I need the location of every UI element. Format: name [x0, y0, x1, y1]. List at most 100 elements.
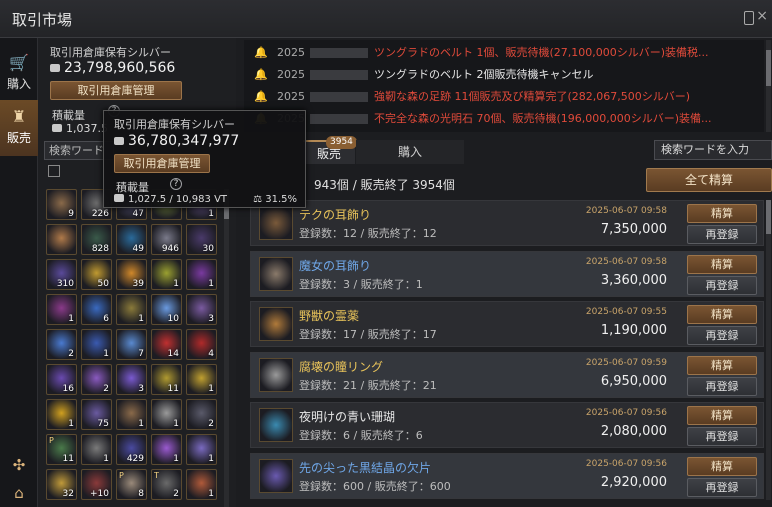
inventory-slot[interactable]: 3 — [116, 364, 147, 395]
inventory-slot[interactable]: 16 — [46, 364, 77, 395]
title-bar: 取引市場 × — [0, 0, 772, 38]
inventory-slot[interactable]: 75 — [81, 399, 112, 430]
relist-button[interactable]: 再登録 — [687, 376, 757, 396]
item-thumbnail[interactable] — [259, 256, 293, 291]
item-count: 登録数：600 / 販売終了：600 — [299, 479, 451, 493]
filter-checkbox[interactable] — [48, 165, 60, 177]
inventory-slot[interactable]: 1 — [151, 259, 182, 290]
settle-button[interactable]: 精算 — [687, 254, 757, 274]
relist-button[interactable]: 再登録 — [687, 275, 757, 295]
tab-buy[interactable]: 購入 — [356, 140, 464, 164]
settle-button[interactable]: 精算 — [687, 406, 757, 425]
inventory-slot[interactable]: 1 — [186, 364, 217, 395]
slot-count: 1 — [208, 279, 214, 289]
tree-icon[interactable]: ✣ — [10, 456, 28, 474]
inventory-slot[interactable]: 2 — [46, 329, 77, 360]
inventory-slot[interactable]: T2 — [151, 469, 182, 500]
item-name: 先の尖った黒結晶の欠片 — [299, 460, 432, 475]
notice-item: 🔔 2025 強靭な森の足跡 11個販売及び精算完了(282,067,500シルバー… — [244, 86, 764, 108]
listing-scrollbar[interactable] — [766, 200, 771, 500]
tooltip-weight-percent-value: 31.5% — [265, 194, 297, 205]
bag-icon[interactable]: ⌂ — [10, 484, 28, 502]
search-input[interactable]: 検索ワードを入力 — [654, 140, 772, 160]
inventory-slot[interactable]: 1 — [81, 434, 112, 465]
inventory-slot[interactable]: 1 — [186, 434, 217, 465]
inventory-slot[interactable]: 1 — [46, 294, 77, 325]
inventory-slot[interactable]: 3 — [186, 294, 217, 325]
settle-button[interactable]: 精算 — [687, 204, 757, 223]
slot-count: 828 — [91, 244, 109, 254]
relist-button[interactable]: 再登録 — [687, 427, 757, 446]
mobile-icon[interactable] — [744, 11, 754, 25]
slot-count: 946 — [161, 244, 179, 254]
inventory-slot[interactable] — [46, 224, 77, 255]
item-thumbnail[interactable] — [259, 357, 293, 392]
item-thumbnail[interactable] — [259, 307, 293, 341]
redacted-block — [310, 92, 368, 102]
help-icon[interactable]: ? — [170, 178, 182, 190]
inventory-slot[interactable]: 1 — [46, 399, 77, 430]
inventory-slot[interactable]: 429 — [116, 434, 147, 465]
inventory-slot[interactable]: 4 — [186, 329, 217, 360]
listing-row[interactable]: 腐壊の瞳リング 登録数：21 / 販売終了：21 2025-06-07 09:59 6… — [250, 351, 764, 398]
close-icon[interactable]: × — [756, 8, 768, 24]
inventory-slot[interactable]: 10 — [151, 294, 182, 325]
inventory-slot[interactable]: 1 — [116, 294, 147, 325]
slot-count: 3 — [138, 384, 144, 394]
inventory-slot[interactable]: 1 — [151, 399, 182, 430]
inventory-slot[interactable]: 946 — [151, 224, 182, 255]
settle-all-button[interactable]: 全て精算 — [646, 168, 772, 192]
nav-sell-label: 販売 — [6, 131, 31, 145]
listing-row[interactable]: テクの耳飾り 登録数：12 / 販売終了：12 2025-06-07 09:58 7,… — [250, 200, 764, 246]
nav-buy-button[interactable]: 🛒 購入 — [0, 46, 38, 102]
nav-sell-button[interactable]: ♜ 販売 — [0, 100, 38, 156]
notice-text: ツングラドのベルト 1個、販売待機(27,100,000シルバー)装備税... — [374, 46, 709, 59]
settle-button[interactable]: 精算 — [687, 456, 757, 476]
inventory-slot[interactable]: 1 — [81, 329, 112, 360]
tooltip-manage-button[interactable]: 取引用倉庫管理 — [114, 154, 210, 173]
inventory-slot[interactable]: 2 — [186, 399, 217, 430]
inventory-slot[interactable]: 2 — [81, 364, 112, 395]
inventory-slot[interactable]: 9 — [46, 189, 77, 220]
settle-button[interactable]: 精算 — [687, 305, 757, 324]
relist-button[interactable]: 再登録 — [687, 225, 757, 244]
inventory-slot[interactable]: 828 — [81, 224, 112, 255]
nav-buy-label: 購入 — [6, 77, 31, 91]
grid-scrollbar[interactable] — [224, 189, 229, 507]
listing-row[interactable]: 先の尖った黒結晶の欠片 登録数：600 / 販売終了：600 2025-06-07 … — [250, 452, 764, 499]
item-thumbnail[interactable] — [259, 206, 293, 240]
inventory-slot[interactable]: 11 — [151, 364, 182, 395]
slot-count: 11 — [62, 454, 74, 464]
warehouse-panel: 取引用倉庫保有シルバー 23,798,960,566 取引用倉庫管理 積載量 ?… — [38, 38, 236, 507]
item-thumbnail[interactable] — [259, 458, 293, 493]
item-thumbnail[interactable] — [259, 408, 293, 442]
relist-button[interactable]: 再登録 — [687, 326, 757, 345]
inventory-slot[interactable]: 1 — [151, 434, 182, 465]
notice-scrollbar[interactable] — [766, 40, 771, 132]
inventory-slot[interactable]: P8 — [116, 469, 147, 500]
item-time: 2025-06-07 09:59 — [585, 357, 667, 368]
inventory-slot[interactable]: 39 — [116, 259, 147, 290]
notice-date: 2025 — [277, 90, 305, 103]
inventory-slot[interactable]: 7 — [116, 329, 147, 360]
inventory-slot[interactable]: 49 — [116, 224, 147, 255]
inventory-slot[interactable]: 32 — [46, 469, 77, 500]
inventory-slot[interactable]: 310 — [46, 259, 77, 290]
listing-row[interactable]: 夜明けの青い珊瑚 登録数：6 / 販売終了：6 2025-06-07 09:56 2,… — [250, 402, 764, 448]
inventory-slot[interactable]: 6 — [81, 294, 112, 325]
inventory-slot[interactable]: +10 — [81, 469, 112, 500]
inventory-slot[interactable]: 1 — [186, 259, 217, 290]
inventory-slot[interactable]: P 11 — [46, 434, 77, 465]
inventory-slot[interactable]: 30 — [186, 224, 217, 255]
listing-row[interactable]: 魔女の耳飾り 登録数：3 / 販売終了：1 2025-06-07 09:58 3,36… — [250, 250, 764, 297]
inventory-slot[interactable]: 1 — [186, 469, 217, 500]
warehouse-manage-button[interactable]: 取引用倉庫管理 — [50, 81, 182, 100]
weight-value: 1,037.5 — [52, 122, 108, 135]
listing-row[interactable]: 野獣の霊薬 登録数：17 / 販売終了：17 2025-06-07 09:55 1,1… — [250, 301, 764, 347]
inventory-slot[interactable]: 50 — [81, 259, 112, 290]
relist-button[interactable]: 再登録 — [687, 477, 757, 497]
slot-count: 1 — [173, 279, 179, 289]
inventory-slot[interactable]: 1 — [116, 399, 147, 430]
settle-button[interactable]: 精算 — [687, 355, 757, 375]
inventory-slot[interactable]: 14 — [151, 329, 182, 360]
